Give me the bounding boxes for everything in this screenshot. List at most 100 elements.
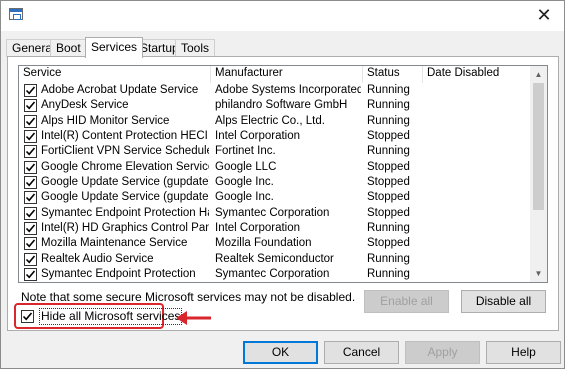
table-row[interactable]: AnyDesk Service philandro Software GmbH Ru… [19, 98, 529, 113]
service-manufacturer: Adobe Systems Incorporated [215, 84, 361, 96]
services-panel: Service Manufacturer Status Date Disable… [7, 56, 559, 331]
service-name: Intel(R) Content Protection HECI ... [41, 129, 209, 142]
service-status [367, 282, 423, 283]
service-status: Stopped [367, 129, 410, 142]
tab-boot[interactable]: Boot [50, 39, 87, 57]
service-checkbox[interactable] [24, 160, 37, 174]
service-checkbox[interactable] [24, 175, 37, 189]
service-name [41, 282, 209, 283]
column-header-date-disabled[interactable]: Date Disabled [423, 66, 529, 83]
checkmark-icon [25, 117, 36, 126]
hide-microsoft-services-highlight: Hide all Microsoft services [14, 303, 183, 329]
service-status: Running [367, 221, 410, 234]
checkmark-icon [22, 312, 33, 321]
table-row[interactable]: Google Update Service (gupdatem) Google I… [19, 190, 529, 205]
checkmark-icon [25, 209, 36, 218]
checkmark-icon [25, 239, 36, 248]
disable-all-button[interactable]: Disable all [461, 290, 546, 313]
service-manufacturer: Google Inc. [215, 191, 274, 204]
title-bar: ✕ [1, 1, 564, 31]
hide-microsoft-services-label[interactable]: Hide all Microsoft services [39, 308, 183, 325]
service-name: Google Update Service (gupdatem) [41, 191, 209, 204]
service-status: Stopped [367, 160, 410, 173]
close-icon[interactable]: ✕ [532, 4, 556, 26]
service-name: Symantec Endpoint Protection Har... [41, 206, 209, 219]
table-row[interactable]: Symantec Endpoint Protection Har... Syman… [19, 206, 529, 221]
service-checkbox[interactable] [24, 84, 37, 97]
service-manufacturer: Realtek Semiconductor [215, 252, 334, 265]
service-checkbox[interactable] [24, 191, 37, 205]
table-row[interactable]: Google Update Service (gupdate) Google In… [19, 175, 529, 190]
table-row[interactable] [19, 282, 529, 283]
service-name: Google Chrome Elevation Service [41, 160, 209, 173]
table-row[interactable]: Intel(R) Content Protection HECI ... Inte… [19, 129, 529, 144]
service-checkbox[interactable] [24, 221, 37, 235]
service-manufacturer: Intel Corporation [215, 221, 301, 234]
column-header-service[interactable]: Service [19, 66, 211, 83]
table-row[interactable]: Mozilla Maintenance Service Mozilla Found… [19, 236, 529, 251]
ok-button[interactable]: OK [243, 341, 318, 364]
service-manufacturer: Fortinet Inc. [215, 145, 276, 158]
service-manufacturer: Symantec Corporation [215, 267, 330, 280]
service-status: Running [367, 252, 410, 265]
tab-tools[interactable]: Tools [175, 39, 216, 57]
table-row[interactable]: FortiClient VPN Service Scheduler Fortine… [19, 144, 529, 159]
scroll-down-icon[interactable]: ▼ [530, 265, 547, 282]
service-status: Running [367, 99, 410, 112]
service-status: Running [367, 267, 410, 280]
list-header: Service Manufacturer Status Date Disable… [19, 66, 529, 83]
enable-all-button[interactable]: Enable all [364, 290, 449, 313]
service-checkbox[interactable] [24, 114, 37, 128]
table-row[interactable]: Google Chrome Elevation Service Google LL… [19, 160, 529, 175]
system-configuration-window: ✕ General Boot Services Startup Tools Se… [0, 0, 565, 369]
scrollbar-thumb[interactable] [533, 83, 544, 210]
service-checkbox[interactable] [24, 267, 37, 281]
service-name: FortiClient VPN Service Scheduler [41, 145, 209, 158]
service-name: Google Update Service (gupdate) [41, 175, 209, 188]
checkmark-icon [25, 132, 36, 141]
service-status: Stopped [367, 191, 410, 204]
service-status: Running [367, 84, 410, 96]
service-checkbox[interactable] [24, 129, 37, 143]
services-list[interactable]: Service Manufacturer Status Date Disable… [18, 65, 548, 283]
hide-microsoft-services-checkbox[interactable] [21, 310, 34, 323]
service-name: Realtek Audio Service [41, 252, 154, 265]
table-row[interactable]: Realtek Audio Service Realtek Semiconduct… [19, 252, 529, 267]
service-checkbox[interactable] [24, 206, 37, 220]
checkmark-icon [25, 86, 36, 95]
service-name: Symantec Endpoint Protection [41, 267, 196, 280]
table-row[interactable]: Intel(R) HD Graphics Control Pane... Inte… [19, 221, 529, 236]
vertical-scrollbar[interactable]: ▲ ▼ [530, 66, 547, 282]
table-row[interactable]: Symantec Endpoint Protection Symantec Cor… [19, 267, 529, 282]
service-manufacturer: Mozilla Foundation [215, 237, 312, 250]
list-rows: Adobe Acrobat Update Service Adobe System… [19, 83, 529, 283]
service-manufacturer: Intel Corporation [215, 129, 301, 142]
service-checkbox[interactable] [24, 252, 37, 266]
service-checkbox[interactable] [24, 237, 37, 251]
scroll-up-icon[interactable]: ▲ [530, 66, 547, 83]
apply-button[interactable]: Apply [405, 341, 480, 364]
cancel-button[interactable]: Cancel [324, 341, 399, 364]
service-status: Stopped [367, 206, 410, 219]
service-manufacturer: philandro Software GmbH [215, 99, 348, 112]
service-manufacturer: Alps Electric Co., Ltd. [215, 114, 325, 127]
service-status: Running [367, 145, 410, 158]
checkmark-icon [25, 270, 36, 279]
service-manufacturer: Google LLC [215, 160, 277, 173]
tab-services[interactable]: Services [85, 37, 144, 58]
service-name: Mozilla Maintenance Service [41, 237, 188, 250]
red-arrow-icon [176, 311, 211, 325]
service-name: Adobe Acrobat Update Service [41, 84, 199, 96]
table-row[interactable]: Alps HID Monitor Service Alps Electric Co… [19, 114, 529, 129]
column-header-status[interactable]: Status [363, 66, 423, 83]
service-checkbox[interactable] [24, 145, 37, 159]
help-button[interactable]: Help [486, 341, 561, 364]
secure-services-note: Note that some secure Microsoft services… [21, 290, 356, 304]
service-name: Alps HID Monitor Service [41, 114, 170, 127]
service-checkbox[interactable] [24, 99, 37, 113]
service-name: AnyDesk Service [41, 99, 129, 112]
msconfig-app-icon [9, 8, 23, 20]
column-header-manufacturer[interactable]: Manufacturer [211, 66, 363, 83]
table-row[interactable]: Adobe Acrobat Update Service Adobe System… [19, 83, 529, 98]
service-name: Intel(R) HD Graphics Control Pane... [41, 221, 209, 234]
